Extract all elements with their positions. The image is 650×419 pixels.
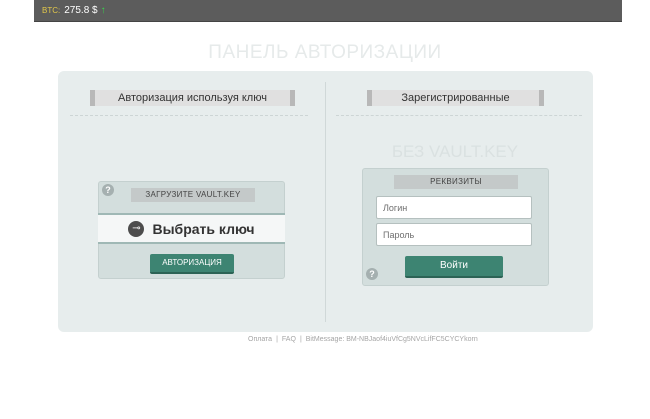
top-bar: BTC: 275.8 $ ↑: [34, 0, 622, 22]
page-title: ПАНЕЛЬ АВТОРИЗАЦИИ: [208, 42, 442, 63]
help-icon[interactable]: ?: [102, 184, 114, 196]
faq-link[interactable]: FAQ: [282, 336, 296, 343]
select-key-button[interactable]: ⊸ Выбрать ключ: [98, 213, 285, 244]
btc-label: BTC:: [42, 6, 61, 15]
footer-separator: |: [276, 336, 278, 343]
btc-ticker: BTC: 275.8 $ ↑: [42, 5, 106, 16]
password-input[interactable]: [376, 223, 532, 246]
requisites-label: РЕКВИЗИТЫ: [394, 175, 518, 189]
registered-title: Зарегистрированные: [367, 90, 544, 106]
login-button[interactable]: Войти: [405, 256, 503, 278]
key-auth-button[interactable]: АВТОРИЗАЦИЯ: [150, 254, 234, 274]
upload-key-label: ЗАГРУЗИТЕ VAULT.KEY: [131, 188, 255, 202]
payment-link[interactable]: Оплата: [248, 336, 272, 343]
footer-separator: |: [299, 336, 302, 343]
login-input[interactable]: [376, 196, 532, 219]
trend-up-icon: ↑: [100, 5, 106, 16]
btc-value: 275.8 $: [64, 5, 98, 16]
left-dashed-divider: [70, 115, 308, 116]
footer: Оплата | FAQ | BitMessage: BM-NBJaof4iuVfCg5…: [248, 336, 478, 343]
right-dashed-divider: [336, 115, 582, 116]
select-key-label: Выбрать ключ: [152, 220, 255, 237]
column-divider: [325, 82, 326, 322]
key-icon: ⊸: [128, 220, 145, 237]
bitmessage-address: BitMessage: BM-NBJaof4iuVfCg5NVcLifFC5CY…: [305, 336, 478, 343]
no-vault-key-watermark: БЕЗ VAULT.KEY: [391, 142, 519, 161]
key-auth-title: Авторизация используя ключ: [90, 90, 295, 106]
help-icon[interactable]: ?: [366, 268, 378, 280]
